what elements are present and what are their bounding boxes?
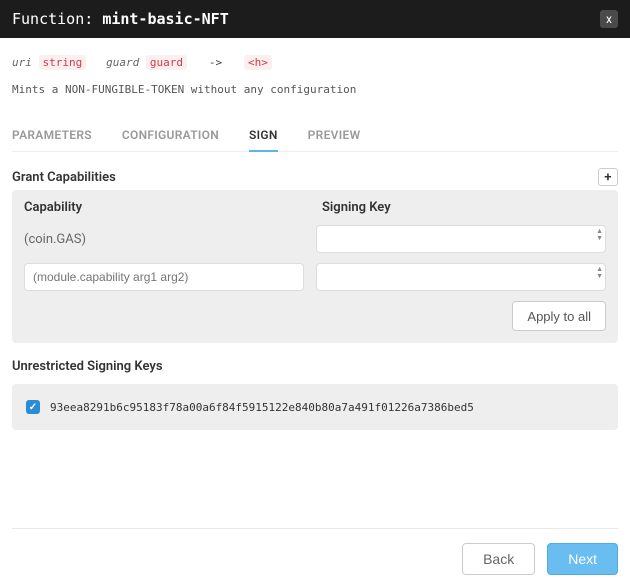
signing-key-select[interactable]: ▲▼ — [316, 225, 606, 253]
key-value: 93eea8291b6c95183f78a00a6f84f5915122e840… — [50, 401, 474, 414]
section-title: Unrestricted Signing Keys — [12, 359, 163, 374]
tab-sign[interactable]: SIGN — [249, 124, 278, 152]
plus-icon: + — [604, 170, 611, 185]
titlebar: Function: mint-basic-NFT x — [0, 0, 630, 38]
signing-key-select[interactable]: ▲▼ — [316, 263, 606, 291]
tabs: PARAMETERS CONFIGURATION SIGN PREVIEW — [12, 124, 618, 152]
content-area: uri string guard guard -> <h> Mints a NO… — [0, 38, 630, 587]
return-type: <h> — [244, 55, 272, 70]
close-button[interactable]: x — [600, 10, 618, 28]
capability-name: (coin.GAS) — [24, 232, 304, 247]
grant-capabilities-header: Grant Capabilities + — [12, 168, 618, 186]
unrestricted-keys-header: Unrestricted Signing Keys — [12, 359, 618, 374]
section-title: Grant Capabilities — [12, 170, 116, 185]
capability-row: (coin.GAS) ▲▼ — [24, 225, 606, 253]
param-name: guard — [106, 56, 139, 69]
param-type: string — [39, 55, 87, 70]
back-button[interactable]: Back — [462, 543, 535, 575]
chevron-updown-icon: ▲▼ — [596, 266, 603, 280]
function-name: mint-basic-NFT — [102, 10, 228, 28]
tab-configuration[interactable]: CONFIGURATION — [122, 124, 219, 151]
chevron-updown-icon: ▲▼ — [596, 228, 603, 242]
tab-preview[interactable]: PREVIEW — [308, 124, 361, 151]
capability-row-new: ▲▼ — [24, 263, 606, 291]
footer: Back Next — [12, 528, 618, 575]
function-signature: uri string guard guard -> <h> — [12, 56, 618, 69]
col-capability: Capability — [24, 200, 304, 215]
key-checkbox[interactable]: ✓ — [26, 400, 40, 414]
param-type: guard — [146, 55, 187, 70]
param-name: uri — [12, 56, 32, 69]
capabilities-head: Capability Signing Key — [24, 200, 606, 215]
add-capability-button[interactable]: + — [598, 168, 618, 186]
signing-key-select-wrap: ▲▼ — [316, 263, 606, 291]
arrow: -> — [209, 56, 222, 69]
capabilities-box: Capability Signing Key (coin.GAS) ▲▼ ▲▼ … — [12, 190, 618, 343]
window-title: Function: mint-basic-NFT — [12, 10, 229, 28]
tab-parameters[interactable]: PARAMETERS — [12, 124, 92, 151]
apply-to-all-button[interactable]: Apply to all — [512, 301, 606, 331]
capability-input[interactable] — [24, 263, 304, 291]
keys-box: ✓ 93eea8291b6c95183f78a00a6f84f5915122e8… — [12, 384, 618, 430]
apply-row: Apply to all — [24, 301, 606, 331]
key-row: ✓ 93eea8291b6c95183f78a00a6f84f5915122e8… — [26, 400, 604, 414]
function-description: Mints a NON-FUNGIBLE-TOKEN without any c… — [12, 83, 618, 96]
next-button[interactable]: Next — [547, 543, 618, 575]
close-icon: x — [606, 12, 612, 26]
col-signing-key: Signing Key — [322, 200, 606, 215]
signing-key-select-wrap: ▲▼ — [316, 225, 606, 253]
title-prefix: Function: — [12, 10, 93, 28]
